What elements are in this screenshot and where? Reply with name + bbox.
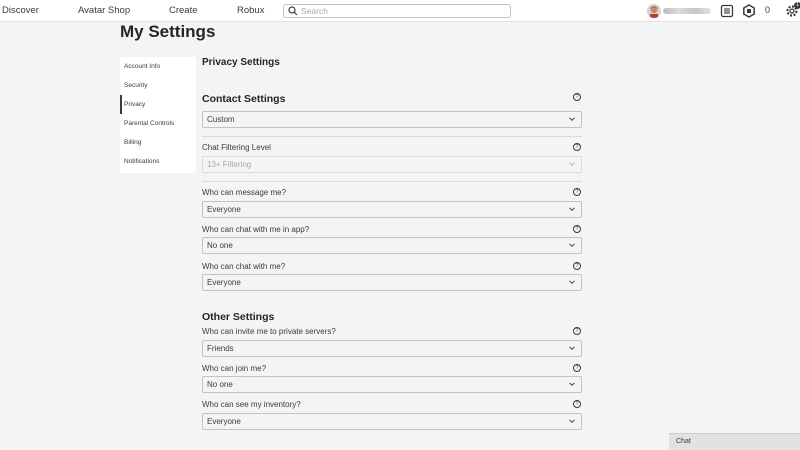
join-select[interactable]: No one — [202, 376, 582, 393]
chevron-down-icon — [569, 280, 575, 285]
select-value: Everyone — [207, 278, 241, 287]
select-value: No one — [207, 380, 233, 389]
notification-badge: 1 — [794, 2, 800, 9]
chat-in-app-label: Who can chat with me in app? — [202, 225, 310, 234]
nav-link-create[interactable]: Create — [169, 5, 198, 16]
select-value: Friends — [207, 344, 234, 353]
chevron-down-icon — [569, 162, 575, 167]
divider — [202, 181, 582, 182]
search-input[interactable] — [301, 5, 501, 17]
avatar-image — [647, 4, 661, 18]
help-icon[interactable]: ? — [573, 327, 581, 335]
menu-item-privacy[interactable]: Privacy — [120, 95, 196, 114]
chat-in-app-select[interactable]: No one — [202, 237, 582, 254]
other-settings-heading: Other Settings — [202, 311, 275, 323]
contact-settings-heading: Contact Settings — [202, 93, 286, 105]
menu-item-security[interactable]: Security — [120, 76, 196, 95]
chevron-down-icon — [569, 207, 575, 212]
menu-item-billing[interactable]: Billing — [120, 133, 196, 152]
nav-link-avatar-shop[interactable]: Avatar Shop — [78, 5, 130, 16]
help-icon[interactable]: ? — [573, 225, 581, 233]
catalog-menu-icon[interactable] — [720, 4, 734, 18]
help-icon[interactable]: ? — [573, 93, 581, 101]
join-label: Who can join me? — [202, 364, 267, 373]
settings-menu: Account Info Security Privacy Parental C… — [120, 57, 196, 173]
chat-select[interactable]: Everyone — [202, 274, 582, 291]
select-value: No one — [207, 241, 233, 250]
message-label: Who can message me? — [202, 188, 287, 197]
robux-count: 0 — [765, 5, 771, 15]
contact-settings-select[interactable]: Custom — [202, 111, 582, 128]
divider — [202, 136, 582, 137]
chat-filtering-label: Chat Filtering Level — [202, 143, 271, 152]
robux-icon[interactable] — [742, 4, 756, 18]
select-value: Custom — [207, 115, 235, 124]
chat-tab[interactable]: Chat — [669, 433, 800, 450]
nav-link-robux[interactable]: Robux — [237, 5, 264, 16]
chevron-down-icon — [569, 346, 575, 351]
menu-item-parental-controls[interactable]: Parental Controls — [120, 114, 196, 133]
menu-item-notifications[interactable]: Notifications — [120, 152, 196, 171]
chevron-down-icon — [569, 382, 575, 387]
chat-label: Who can chat with me? — [202, 262, 286, 271]
menu-item-account-info[interactable]: Account Info — [120, 57, 196, 76]
inventory-label: Who can see my inventory? — [202, 400, 301, 409]
avatar[interactable] — [647, 4, 661, 18]
search-icon — [288, 6, 298, 16]
help-icon[interactable]: ? — [573, 188, 581, 196]
inventory-select[interactable]: Everyone — [202, 413, 582, 430]
username-redacted — [663, 8, 711, 14]
help-icon[interactable]: ? — [573, 400, 581, 408]
chevron-down-icon — [569, 117, 575, 122]
top-nav-bar: Discover Avatar Shop Create Robux 0 1 — [0, 0, 800, 22]
select-value: 13+ Filtering — [207, 160, 252, 169]
page-title: My Settings — [120, 22, 216, 41]
help-icon[interactable]: ? — [573, 364, 581, 372]
chat-filtering-select: 13+ Filtering — [202, 156, 582, 173]
select-value: Everyone — [207, 417, 241, 426]
nav-link-discover[interactable]: Discover — [2, 5, 39, 16]
message-select[interactable]: Everyone — [202, 201, 582, 218]
privacy-settings-heading: Privacy Settings — [202, 57, 280, 68]
invite-select[interactable]: Friends — [202, 340, 582, 357]
select-value: Everyone — [207, 205, 241, 214]
search-box[interactable] — [283, 4, 511, 18]
help-icon[interactable]: ? — [573, 262, 581, 270]
invite-label: Who can invite me to private servers? — [202, 327, 336, 336]
chevron-down-icon — [569, 419, 575, 424]
help-icon[interactable]: ? — [573, 143, 581, 151]
chevron-down-icon — [569, 243, 575, 248]
